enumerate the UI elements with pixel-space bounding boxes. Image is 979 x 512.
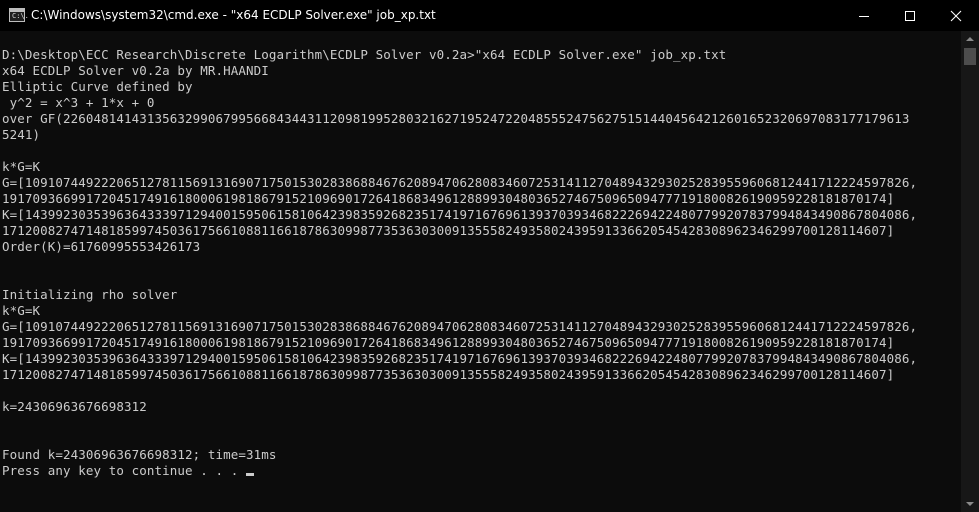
text-cursor	[246, 473, 255, 476]
console-line: 1712008274714818599745036175661088116618…	[2, 367, 895, 382]
console-line: K=[1439923035396364333971294001595061581…	[2, 351, 918, 366]
scroll-down-arrow-icon[interactable]	[961, 495, 979, 512]
cmd-icon-text: C:\.	[12, 12, 29, 20]
console-line: k=24306963676698312	[2, 399, 147, 414]
close-icon	[950, 10, 962, 22]
console-line: 1917093669917204517491618000619818679152…	[2, 191, 895, 206]
minimize-icon	[859, 16, 869, 17]
console-line: G=[1091074492220651278115691316907175015…	[2, 319, 918, 334]
window-title: C:\Windows\system32\cmd.exe - "x64 ECDLP…	[31, 8, 436, 22]
console-line: K=[1439923035396364333971294001595061581…	[2, 207, 918, 222]
console-line: Found k=24306963676698312; time=31ms	[2, 447, 277, 462]
console-line: 1917093669917204517491618000619818679152…	[2, 335, 895, 350]
console-line: Initializing rho solver	[2, 287, 178, 302]
console-window: C:\. C:\Windows\system32\cmd.exe - "x64 …	[0, 0, 979, 512]
console-text: D:\Desktop\ECC Research\Discrete Logarit…	[2, 47, 917, 479]
console-line: Press any key to continue . . .	[2, 463, 247, 478]
title-bar[interactable]: C:\. C:\Windows\system32\cmd.exe - "x64 …	[0, 0, 979, 31]
console-line: G=[1091074492220651278115691316907175015…	[2, 175, 918, 190]
console-line: k*G=K	[2, 303, 41, 318]
console-line: over GF(22604814143135632990679956684344…	[2, 111, 910, 126]
console-line: Order(K)=61760995553426173	[2, 239, 201, 254]
console-output-area[interactable]: D:\Desktop\ECC Research\Discrete Logarit…	[0, 31, 961, 512]
console-line: x64 ECDLP Solver v0.2a by MR.HAANDI	[2, 63, 269, 78]
console-line: Elliptic Curve defined by	[2, 79, 193, 94]
minimize-button[interactable]	[841, 0, 887, 31]
scroll-thumb[interactable]	[964, 48, 976, 65]
cmd-icon[interactable]: C:\.	[9, 8, 29, 22]
console-line: y^2 = x^3 + 1*x + 0	[2, 95, 155, 110]
console-line: 1712008274714818599745036175661088116618…	[2, 223, 895, 238]
scroll-up-arrow-icon[interactable]	[961, 31, 979, 48]
maximize-icon	[905, 11, 915, 21]
close-button[interactable]	[933, 0, 979, 31]
vertical-scrollbar[interactable]	[961, 31, 979, 512]
console-line: k*G=K	[2, 159, 41, 174]
console-line: 5241)	[2, 127, 41, 142]
console-line: D:\Desktop\ECC Research\Discrete Logarit…	[2, 47, 727, 62]
maximize-button[interactable]	[887, 0, 933, 31]
